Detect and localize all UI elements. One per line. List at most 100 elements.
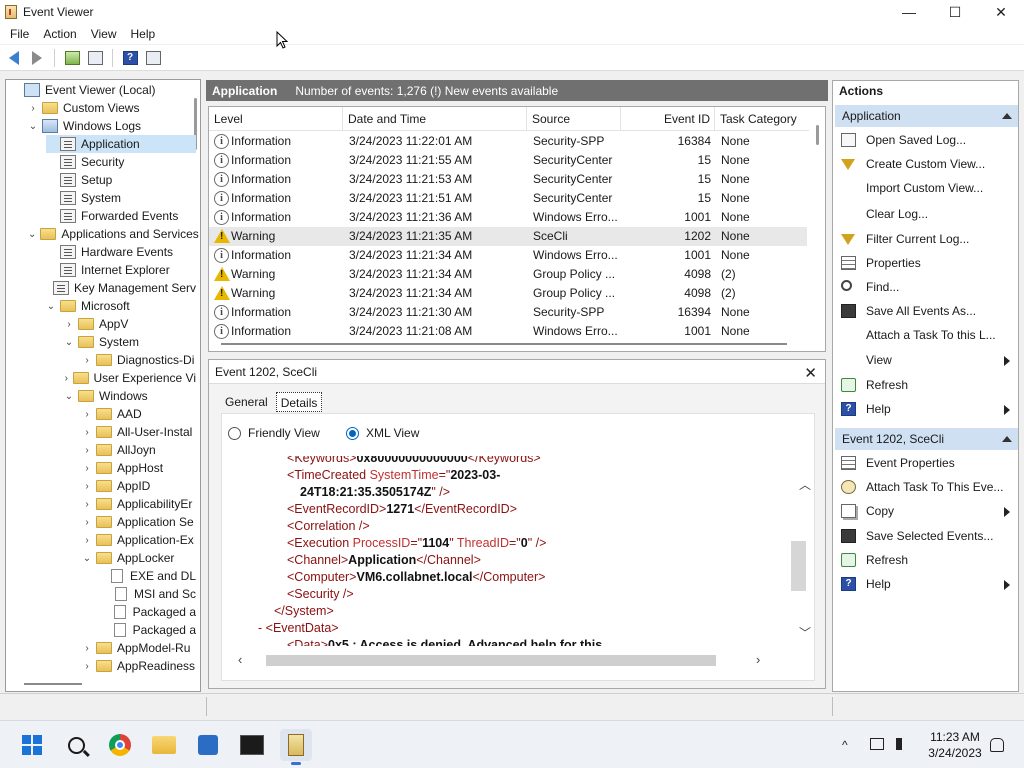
tree-item[interactable]: › ApplicabilityEr [82, 495, 196, 513]
xml-horizontal-scrollbar[interactable]: ‹ › [236, 652, 782, 668]
search-button[interactable] [60, 729, 92, 761]
collapsed-chevron-icon[interactable]: › [82, 463, 92, 474]
action-item[interactable]: Refresh [835, 374, 1018, 396]
tree-item[interactable]: › All-User-Instal [82, 423, 196, 441]
notifications-icon[interactable] [990, 738, 1004, 752]
tree-item[interactable]: › AppV [64, 315, 196, 333]
action-item[interactable]: Event Properties [835, 452, 1018, 474]
tree-item[interactable]: System [46, 189, 196, 207]
tree-item[interactable]: ⌄ Windows Logs [28, 117, 196, 135]
tree-item[interactable]: Hardware Events [46, 243, 196, 261]
tree-horizontal-scrollbar[interactable] [24, 683, 82, 685]
action-item[interactable]: Import Custom View... [835, 177, 1018, 199]
event-row[interactable]: i Information 3/24/2023 11:22:01 AM Securit… [209, 132, 807, 151]
events-vertical-scrollbar[interactable] [816, 125, 819, 145]
tree-item[interactable]: Setup [46, 171, 196, 189]
collapsed-chevron-icon[interactable]: › [82, 517, 92, 528]
action-item[interactable]: ? Help [835, 398, 1018, 420]
back-button[interactable] [4, 48, 24, 68]
event-row[interactable]: i Information 3/24/2023 11:21:53 AM Securit… [209, 170, 807, 189]
column-source[interactable]: Source [527, 107, 621, 131]
expanded-chevron-icon[interactable]: ⌄ [82, 553, 92, 564]
clock-date[interactable]: 3/24/2023 [920, 746, 990, 760]
clock-time[interactable]: 11:23 AM [920, 730, 990, 744]
xml-view-radio[interactable] [346, 426, 359, 440]
action-item[interactable]: Save All Events As... [835, 300, 1018, 322]
column-level[interactable]: Level [209, 107, 343, 131]
console-tree[interactable]: Event Viewer (Local) › Custom Views ⌄ Window… [5, 79, 201, 692]
tree-item[interactable]: › AppReadiness [82, 657, 196, 675]
tree-item[interactable]: › AAD [82, 405, 196, 423]
minimize-button[interactable]: — [886, 0, 932, 24]
action-item[interactable]: Find... [835, 276, 1018, 298]
tree-item[interactable]: › User Experience Vi [64, 369, 196, 387]
action-item[interactable]: Attach a Task To this L... [835, 324, 1018, 346]
tree-item[interactable]: › AppHost [82, 459, 196, 477]
tree-item[interactable]: Key Management Serv [46, 279, 196, 297]
close-detail-button[interactable]: ✕ [804, 362, 817, 386]
show-hide-action-pane-button[interactable] [143, 48, 163, 68]
xml-content[interactable]: <Keywords>0x80000000000000</Keywords> <Ti… [236, 456, 782, 646]
event-row[interactable]: Warning 3/24/2023 11:21:35 AM SceCli 1202 No… [209, 227, 807, 246]
close-button[interactable]: ✕ [978, 0, 1024, 24]
action-item[interactable]: Properties [835, 252, 1018, 274]
scroll-right-chevron-icon[interactable]: › [756, 652, 760, 667]
collapsed-chevron-icon[interactable]: › [82, 499, 92, 510]
tree-item[interactable]: MSI and Sc [100, 585, 196, 603]
file-explorer-button[interactable] [148, 729, 180, 761]
expanded-chevron-icon[interactable]: ⌄ [64, 337, 74, 348]
event-row[interactable]: i Information 3/24/2023 11:21:30 AM Securit… [209, 303, 807, 322]
show-hidden-icons-chevron-icon[interactable]: ^ [842, 738, 848, 752]
tree-item[interactable]: ⌄ Microsoft [46, 297, 196, 315]
xml-view-option[interactable]: XML View [346, 426, 419, 440]
start-button[interactable] [16, 729, 48, 761]
event-row[interactable]: i Information 3/24/2023 11:21:36 AM Windows… [209, 208, 807, 227]
column-task-category[interactable]: Task Category [715, 107, 807, 131]
event-row[interactable]: Warning 3/24/2023 11:21:34 AM Group Policy… [209, 284, 807, 303]
friendly-view-option[interactable]: Friendly View [228, 426, 320, 440]
tree-item[interactable]: Application [46, 135, 196, 153]
action-item[interactable]: Attach Task To This Eve... [835, 476, 1018, 498]
action-item[interactable]: Filter Current Log... [835, 228, 1018, 250]
action-item[interactable]: Save Selected Events... [835, 525, 1018, 547]
menu-view[interactable]: View [84, 27, 124, 41]
menu-file[interactable]: File [3, 27, 36, 41]
tree-item[interactable]: › AllJoyn [82, 441, 196, 459]
scroll-left-chevron-icon[interactable]: ‹ [238, 652, 242, 667]
chrome-button[interactable] [104, 729, 136, 761]
event-row[interactable]: Warning 3/24/2023 11:21:34 AM Group Policy… [209, 265, 807, 284]
collapsed-chevron-icon[interactable]: › [82, 481, 92, 492]
tree-item[interactable]: › AppID [82, 477, 196, 495]
collapsed-chevron-icon[interactable]: › [82, 661, 92, 672]
menu-help[interactable]: Help [124, 27, 163, 41]
action-item[interactable]: Copy [835, 500, 1018, 522]
column-event-id[interactable]: Event ID [621, 107, 715, 131]
xml-vertical-scroll-thumb[interactable] [791, 541, 806, 591]
tree-item[interactable]: › AppModel-Ru [82, 639, 196, 657]
tree-item[interactable]: Packaged a [100, 603, 196, 621]
tree-item[interactable]: Security [46, 153, 196, 171]
collapsed-chevron-icon[interactable]: › [64, 319, 74, 330]
tree-item[interactable]: › Application-Ex [82, 531, 196, 549]
action-item[interactable]: ? Help [835, 573, 1018, 595]
collapsed-chevron-icon[interactable]: › [28, 103, 38, 114]
tab-general[interactable]: General [221, 392, 272, 412]
microsoft-store-button[interactable] [192, 729, 224, 761]
action-item[interactable]: View [835, 349, 1018, 371]
help-button[interactable]: ? [120, 48, 140, 68]
tab-details[interactable]: Details [275, 392, 323, 412]
tree-item[interactable]: ⌄ Windows [64, 387, 196, 405]
collapsed-chevron-icon[interactable]: › [82, 643, 92, 654]
event-row[interactable]: i Information 3/24/2023 11:21:51 AM Securit… [209, 189, 807, 208]
scroll-down-chevron-icon[interactable]: ﹀ [799, 624, 811, 641]
xml-horizontal-scroll-thumb[interactable] [266, 655, 716, 666]
forward-button[interactable] [27, 48, 47, 68]
xml-minus[interactable]: - [258, 621, 266, 635]
expanded-chevron-icon[interactable]: ⌄ [64, 391, 74, 402]
tree-item[interactable]: ⌄ Applications and Services Lo [28, 225, 200, 243]
action-item[interactable]: Clear Log... [835, 203, 1018, 225]
collapsed-chevron-icon[interactable]: › [82, 355, 92, 366]
tree-item[interactable]: Internet Explorer [46, 261, 196, 279]
expanded-chevron-icon[interactable]: ⌄ [46, 301, 56, 312]
collapse-section-icon[interactable] [1002, 113, 1012, 119]
